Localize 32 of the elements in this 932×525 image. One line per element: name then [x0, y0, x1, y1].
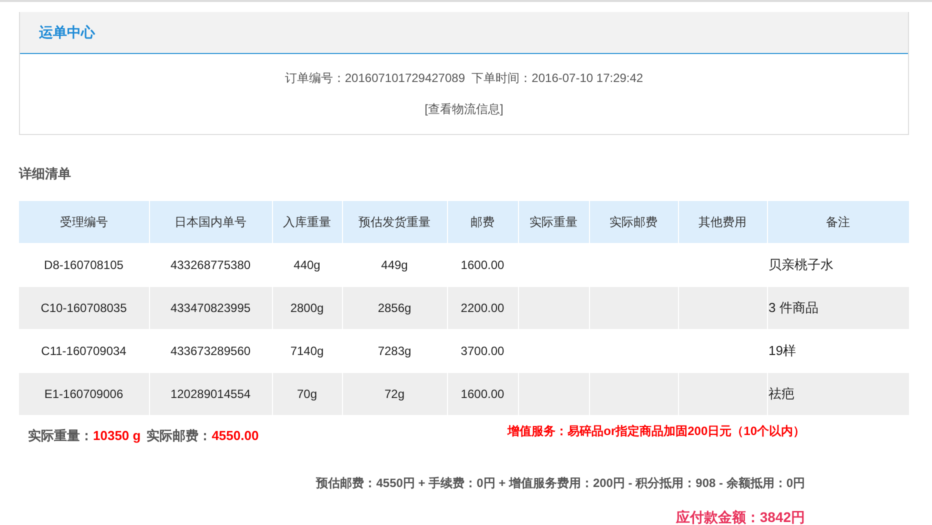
column-header: 备注 [767, 201, 909, 244]
order-info: 订单编号：201607101729427089 下单时间：2016-07-10 17:29:42 [284, 70, 644, 87]
panel-title: 运单中心 [39, 24, 95, 42]
table-cell: 3 件商品 [767, 286, 909, 330]
column-header: 实际邮费 [589, 201, 678, 244]
table-cell: 2856g [342, 286, 447, 330]
amount-due: 应付款金额：3842円 [674, 509, 806, 525]
column-header: 预估发货重量 [342, 201, 447, 244]
table-cell: 433470823995 [149, 286, 272, 330]
column-header: 受理编号 [19, 201, 149, 244]
table-cell: 2200.00 [447, 286, 518, 330]
table-cell: 祛疤 [767, 372, 909, 415]
logistics-link[interactable]: [查看物流信息] [424, 101, 504, 118]
total-label: 实际邮费： [146, 427, 212, 445]
table-cell: 72g [342, 372, 447, 415]
column-header: 邮费 [447, 201, 518, 244]
total-label: 实际重量： [28, 427, 93, 445]
total-value: 10350 g [93, 428, 141, 443]
column-header: 入库重量 [272, 201, 342, 244]
table-cell: E1-160709006 [19, 372, 149, 415]
section-title: 详细清单 [19, 165, 72, 183]
column-header: 其他费用 [678, 201, 767, 244]
service-note: 增值服务：易碎品or指定商品加固200日元（10个以内） [508, 423, 805, 440]
column-header: 日本国内单号 [149, 201, 272, 244]
column-header: 实际重量 [518, 201, 589, 244]
total-value: 4550.00 [212, 428, 259, 443]
table-cell: C10-160708035 [19, 286, 149, 330]
table-cell: 1600.00 [447, 372, 518, 415]
fee-breakdown: 预估邮费：4550円 + 手续费：0円 + 增值服务费用：200円 - 积分抵用：908 - 余额抵用：0円 [314, 475, 806, 492]
table-cell: 70g [272, 372, 342, 415]
table-cell: 2800g [272, 286, 342, 330]
table-cell: 120289014554 [149, 372, 272, 415]
